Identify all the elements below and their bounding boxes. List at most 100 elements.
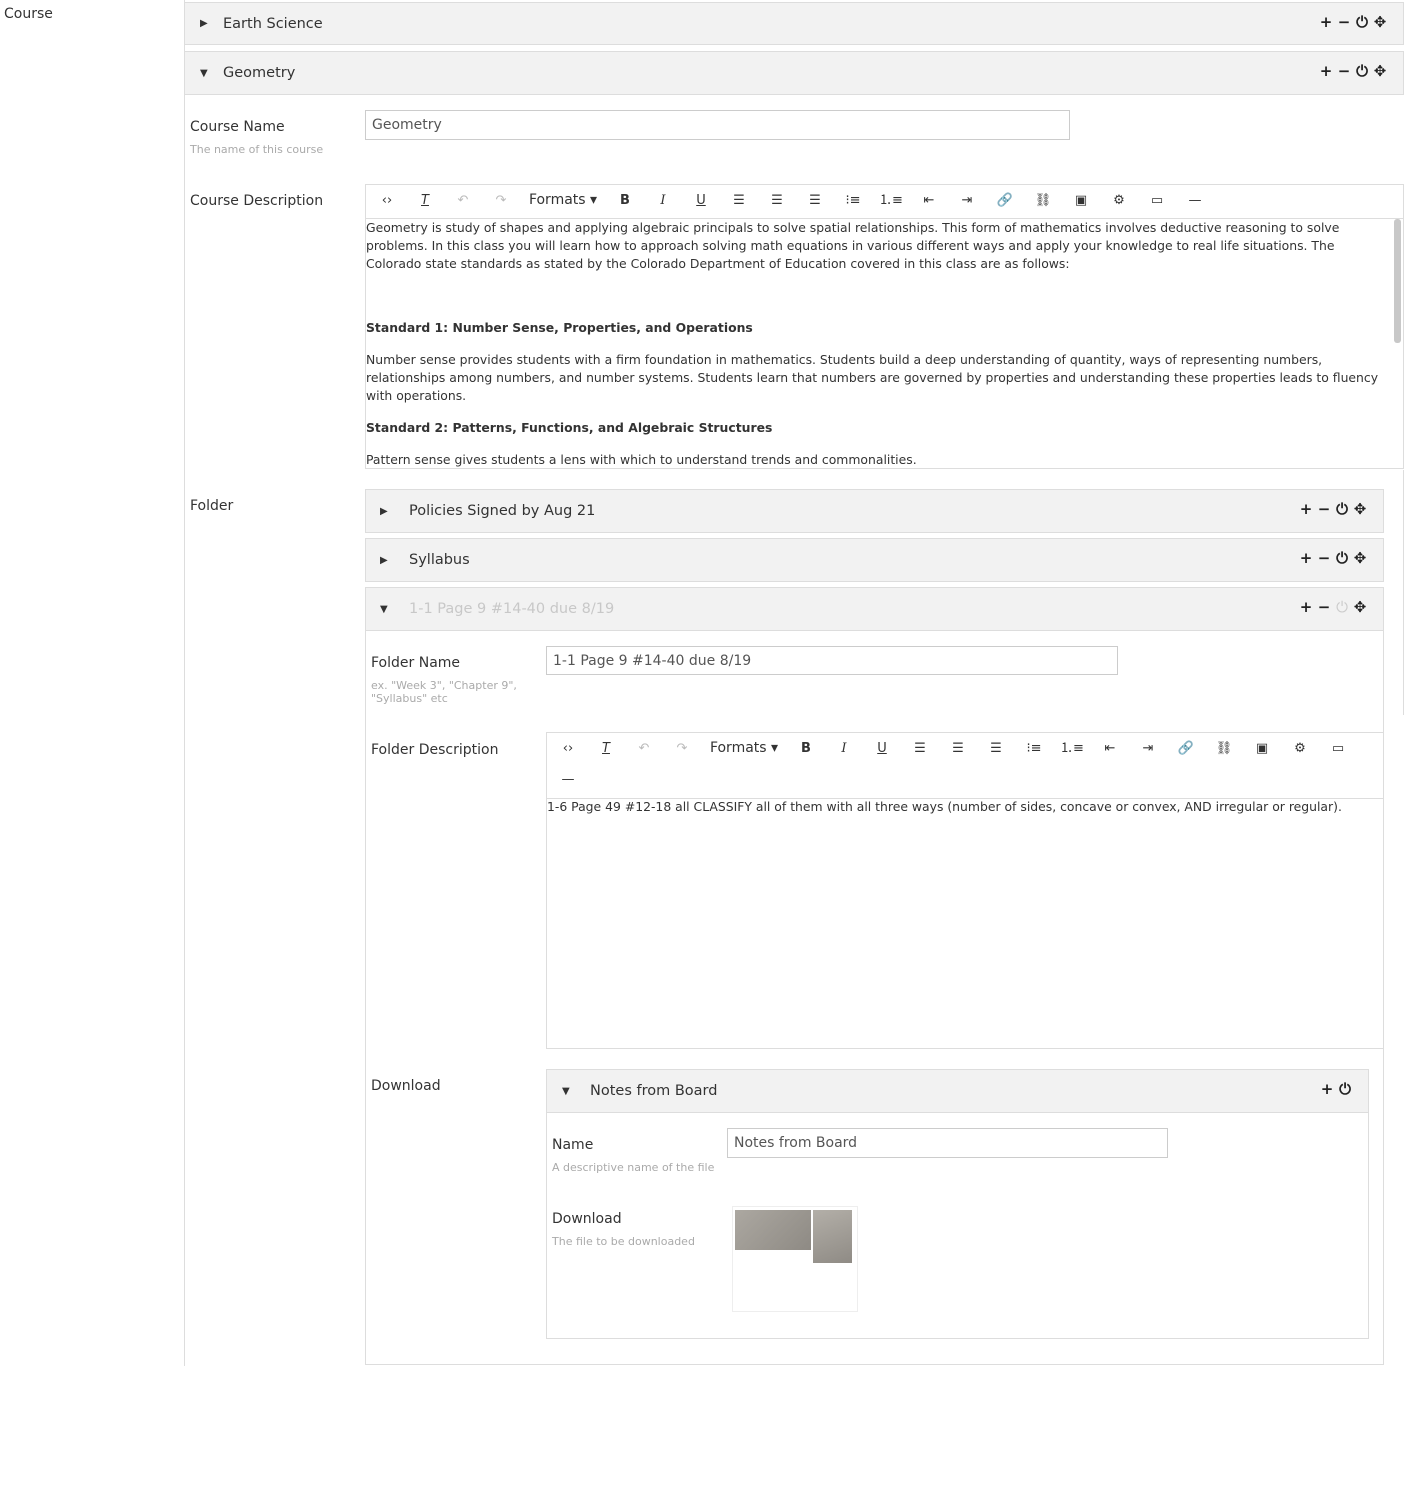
- indent-icon[interactable]: ⇥: [1133, 736, 1163, 762]
- file-name-help: A descriptive name of the file: [552, 1161, 715, 1174]
- align-center-icon[interactable]: ☰: [762, 188, 792, 214]
- redo-icon[interactable]: ↷: [486, 188, 516, 214]
- power-icon[interactable]: ⏻: [1333, 500, 1351, 518]
- add-icon[interactable]: +: [1317, 13, 1335, 31]
- move-icon[interactable]: ✥: [1371, 62, 1389, 80]
- folder-name-input[interactable]: 1-1 Page 9 #14-40 due 8/19: [546, 646, 1118, 675]
- italic-icon[interactable]: I: [648, 188, 678, 214]
- outdent-icon[interactable]: ⇤: [914, 188, 944, 214]
- panel-title[interactable]: Earth Science: [223, 16, 323, 32]
- folder-panel-expanded[interactable]: ▼ 1-1 Page 9 #14-40 due 8/19 + − ⏻ ✥: [365, 587, 1384, 631]
- panel-earth-science[interactable]: ▶ Earth Science + − ⏻ ✥: [184, 2, 1404, 45]
- clear-format-icon[interactable]: T: [410, 188, 440, 214]
- add-icon[interactable]: +: [1297, 598, 1315, 616]
- move-icon[interactable]: ✥: [1351, 500, 1369, 518]
- add-icon[interactable]: +: [1317, 62, 1335, 80]
- power-icon[interactable]: ⏻: [1333, 549, 1351, 567]
- move-icon[interactable]: ✥: [1351, 549, 1369, 567]
- panel-controls: + − ⏻ ✥: [1297, 500, 1369, 518]
- move-icon[interactable]: ✥: [1371, 13, 1389, 31]
- formats-dropdown[interactable]: Formats ▾: [707, 735, 781, 761]
- horizontal-rule-icon[interactable]: —: [1180, 188, 1210, 214]
- bold-icon[interactable]: B: [791, 736, 821, 762]
- folder-title[interactable]: Policies Signed by Aug 21: [409, 503, 595, 519]
- remove-icon[interactable]: −: [1335, 62, 1353, 80]
- underline-icon[interactable]: U: [867, 736, 897, 762]
- image-icon[interactable]: ▣: [1247, 736, 1277, 762]
- source-code-icon[interactable]: ‹›: [553, 736, 583, 762]
- bold-icon[interactable]: B: [610, 188, 640, 214]
- chevron-down-icon[interactable]: ▼: [562, 1086, 570, 1097]
- undo-icon[interactable]: ↶: [629, 736, 659, 762]
- course-description-content[interactable]: Geometry is study of shapes and applying…: [366, 219, 1390, 469]
- folder-description-content[interactable]: 1-6 Page 49 #12-18 all CLASSIFY all of t…: [547, 798, 1377, 816]
- link-icon[interactable]: 🔗: [1171, 736, 1201, 762]
- download-panel[interactable]: ▼ Notes from Board + ⏻: [546, 1069, 1369, 1113]
- folder-description-editor[interactable]: ‹› T ↶ ↷ Formats ▾ B I U ☰ ☰ ☰ ⁝≡ ⒈≡ ⇤ ⇥…: [546, 732, 1384, 1049]
- intro-paragraph: Geometry is study of shapes and applying…: [366, 220, 1340, 271]
- panel-geometry[interactable]: ▼ Geometry + − ⏻ ✥: [184, 51, 1404, 95]
- settings-icon[interactable]: ⚙: [1104, 188, 1134, 214]
- preview-icon[interactable]: ▭: [1323, 736, 1353, 762]
- unlink-icon[interactable]: ⛓: [1028, 188, 1058, 214]
- file-preview[interactable]: [732, 1206, 858, 1312]
- preview-icon[interactable]: ▭: [1142, 188, 1172, 214]
- standard-2-heading: Standard 2: Patterns, Functions, and Alg…: [366, 420, 773, 435]
- underline-icon[interactable]: U: [686, 188, 716, 214]
- power-icon[interactable]: ⏻: [1353, 62, 1371, 80]
- folder-panel[interactable]: ▶ Syllabus + − ⏻ ✥: [365, 538, 1384, 582]
- remove-icon[interactable]: −: [1315, 549, 1333, 567]
- formats-dropdown[interactable]: Formats ▾: [526, 187, 600, 213]
- standard-1-text: Number sense provides students with a fi…: [366, 352, 1379, 403]
- bullet-list-icon[interactable]: ⁝≡: [838, 188, 868, 214]
- image-icon[interactable]: ▣: [1066, 188, 1096, 214]
- download-label: Download: [371, 1078, 441, 1094]
- numbered-list-icon[interactable]: ⒈≡: [876, 188, 906, 214]
- outdent-icon[interactable]: ⇤: [1095, 736, 1125, 762]
- source-code-icon[interactable]: ‹›: [372, 188, 402, 214]
- folder-label: Folder: [190, 498, 234, 514]
- add-icon[interactable]: +: [1297, 549, 1315, 567]
- folder-title[interactable]: 1-1 Page 9 #14-40 due 8/19: [409, 601, 614, 617]
- chevron-down-icon[interactable]: ▼: [200, 68, 208, 79]
- download-panel-title[interactable]: Notes from Board: [590, 1083, 717, 1099]
- link-icon[interactable]: 🔗: [990, 188, 1020, 214]
- file-name-input[interactable]: Notes from Board: [727, 1128, 1168, 1158]
- unlink-icon[interactable]: ⛓: [1209, 736, 1239, 762]
- course-description-editor[interactable]: ‹› T ↶ ↷ Formats ▾ B I U ☰ ☰ ☰ ⁝≡ ⒈≡ ⇤ ⇥…: [365, 184, 1404, 469]
- chevron-down-icon[interactable]: ▼: [380, 604, 388, 615]
- remove-icon[interactable]: −: [1335, 13, 1353, 31]
- folder-panel[interactable]: ▶ Policies Signed by Aug 21 + − ⏻ ✥: [365, 489, 1384, 533]
- horizontal-rule-icon[interactable]: —: [553, 767, 583, 793]
- align-center-icon[interactable]: ☰: [943, 736, 973, 762]
- numbered-list-icon[interactable]: ⒈≡: [1057, 736, 1087, 762]
- bullet-list-icon[interactable]: ⁝≡: [1019, 736, 1049, 762]
- align-left-icon[interactable]: ☰: [905, 736, 935, 762]
- folder-description-label: Folder Description: [371, 742, 499, 758]
- clear-format-icon[interactable]: T: [591, 736, 621, 762]
- align-right-icon[interactable]: ☰: [981, 736, 1011, 762]
- remove-icon[interactable]: −: [1315, 500, 1333, 518]
- power-icon[interactable]: ⏻: [1353, 13, 1371, 31]
- undo-icon[interactable]: ↶: [448, 188, 478, 214]
- chevron-right-icon[interactable]: ▶: [380, 555, 388, 566]
- course-name-input[interactable]: Geometry: [365, 110, 1070, 140]
- align-left-icon[interactable]: ☰: [724, 188, 754, 214]
- add-icon[interactable]: +: [1297, 500, 1315, 518]
- italic-icon[interactable]: I: [829, 736, 859, 762]
- settings-icon[interactable]: ⚙: [1285, 736, 1315, 762]
- folder-title[interactable]: Syllabus: [409, 552, 470, 568]
- power-icon[interactable]: ⏻: [1336, 1080, 1354, 1098]
- move-icon[interactable]: ✥: [1351, 598, 1369, 616]
- add-icon[interactable]: +: [1318, 1080, 1336, 1098]
- indent-icon[interactable]: ⇥: [952, 188, 982, 214]
- power-icon[interactable]: ⏻: [1333, 598, 1351, 616]
- chevron-right-icon[interactable]: ▶: [380, 506, 388, 517]
- editor-scrollbar[interactable]: [1394, 219, 1401, 343]
- remove-icon[interactable]: −: [1315, 598, 1333, 616]
- chevron-right-icon[interactable]: ▶: [200, 18, 208, 29]
- redo-icon[interactable]: ↷: [667, 736, 697, 762]
- panel-title[interactable]: Geometry: [223, 65, 295, 81]
- align-right-icon[interactable]: ☰: [800, 188, 830, 214]
- file-download-help: The file to be downloaded: [552, 1235, 695, 1248]
